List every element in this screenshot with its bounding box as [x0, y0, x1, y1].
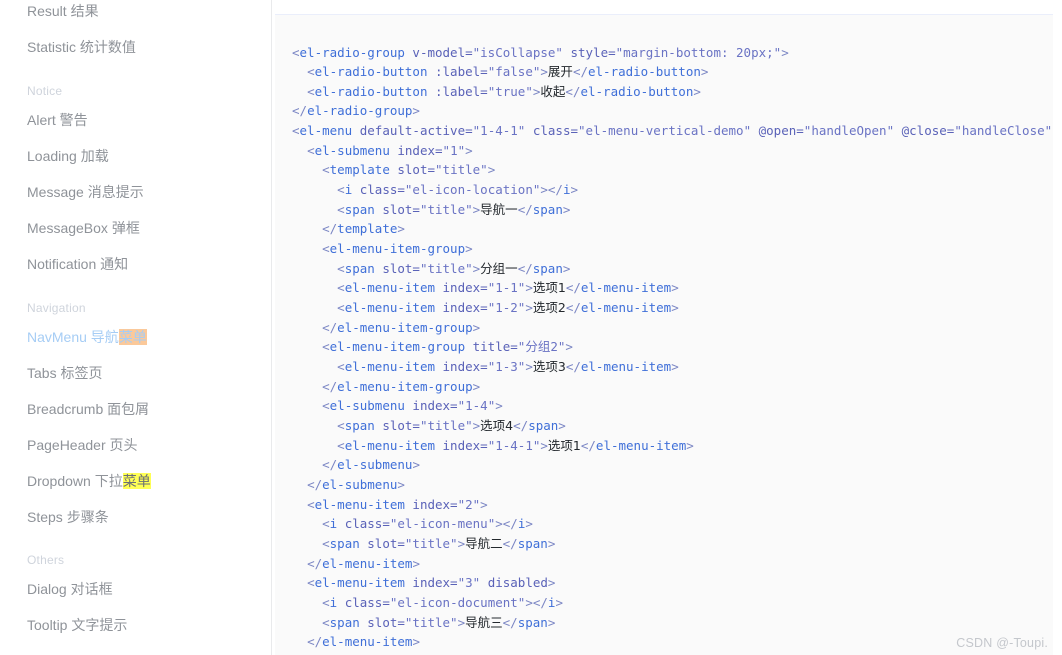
- sidebar-item[interactable]: Dialog 对话框: [0, 581, 271, 597]
- code-snippet[interactable]: <el-radio-group v-model="isCollapse" sty…: [292, 43, 1053, 655]
- sidebar-item[interactable]: Notification 通知: [0, 256, 271, 272]
- sidebar-item[interactable]: Statistic 统计数值: [0, 39, 271, 55]
- sidebar-group-title: Others: [27, 553, 65, 567]
- sidebar-item-label-highlight: 菜单: [122, 473, 151, 489]
- sidebar-item[interactable]: PageHeader 页头: [0, 437, 271, 453]
- sidebar-item[interactable]: Tabs 标签页: [0, 365, 271, 381]
- sidebar-item-label-highlight: 菜单: [118, 329, 147, 345]
- sidebar-item[interactable]: Message 消息提示: [0, 184, 271, 200]
- sidebar-item[interactable]: Steps 步骤条: [0, 509, 271, 525]
- sidebar-item[interactable]: NavMenu 导航菜单: [0, 329, 271, 345]
- code-pane: <el-radio-group v-model="isCollapse" sty…: [272, 0, 1062, 655]
- sidebar: Result 结果 Statistic 统计数值 Notice Alert 警告 Loa…: [0, 0, 272, 655]
- sidebar-item[interactable]: Tooltip 文字提示: [0, 617, 271, 633]
- sidebar-group-title: Notice: [27, 84, 63, 98]
- sidebar-item[interactable]: Alert 警告: [0, 112, 271, 128]
- sidebar-item[interactable]: MessageBox 弹框: [0, 220, 271, 236]
- sidebar-item[interactable]: Dropdown 下拉菜单: [0, 473, 271, 489]
- watermark-text: CSDN @-Toupi.: [956, 636, 1048, 650]
- sidebar-group-title: Navigation: [27, 301, 86, 315]
- sidebar-item[interactable]: Result 结果: [0, 3, 271, 19]
- app-root: Result 结果 Statistic 统计数值 Notice Alert 警告 Loa…: [0, 0, 1062, 655]
- sidebar-item-label: NavMenu 导航: [27, 329, 119, 345]
- code-block[interactable]: <el-radio-group v-model="isCollapse" sty…: [275, 14, 1053, 655]
- sidebar-item[interactable]: Breadcrumb 面包屑: [0, 401, 271, 417]
- sidebar-item-label: Dropdown 下拉: [27, 473, 123, 489]
- sidebar-item[interactable]: Loading 加载: [0, 148, 271, 164]
